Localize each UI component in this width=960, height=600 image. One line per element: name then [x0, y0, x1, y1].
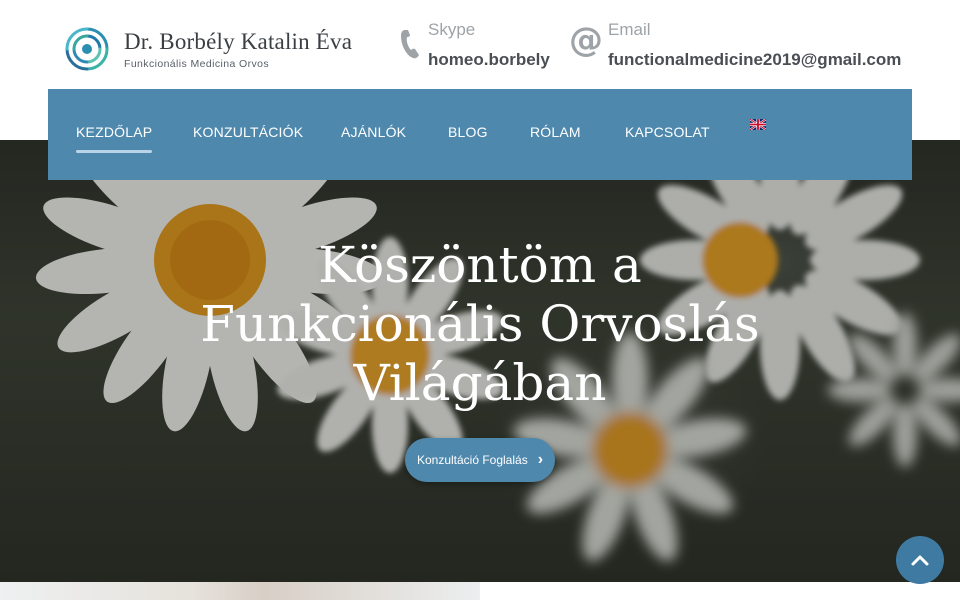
email-value[interactable]: functionalmedicine2019@gmail.com [608, 48, 901, 72]
nav-item-blog[interactable]: BLOG [448, 124, 488, 140]
hero-banner: Köszöntöm a Funkcionális Orvoslás Világá… [0, 140, 960, 582]
logo-subtitle: Funkcionális Medicina Orvos [124, 58, 270, 70]
uk-flag-icon[interactable] [750, 119, 766, 130]
scroll-to-top-button[interactable] [896, 536, 944, 584]
email-label: Email [608, 20, 651, 39]
nav-item-contact[interactable]: KAPCSOLAT [625, 124, 710, 140]
nav-item-about[interactable]: RÓLAM [530, 124, 581, 140]
chevron-right-icon: › [537, 451, 544, 468]
nav-item-home[interactable]: KEZDŐLAP [76, 124, 153, 153]
skype-contact: Skype homeo.borbely [396, 18, 550, 72]
hero-title-line: Világában [353, 354, 607, 412]
hero-title: Köszöntöm a Funkcionális Orvoslás Világá… [0, 236, 960, 413]
hero-title-line: Köszöntöm a [318, 236, 642, 294]
phone-icon [396, 22, 424, 66]
book-consultation-button[interactable]: Konzultáció Foglalás › [405, 438, 555, 482]
book-consultation-label: Konzultáció Foglalás [416, 453, 528, 467]
skype-label: Skype [428, 20, 476, 39]
logo-name: Dr. Borbély Katalin Éva [124, 29, 353, 54]
chevron-up-icon [911, 555, 929, 566]
hero-title-line: Funkcionális Orvoslás [200, 295, 760, 353]
email-contact: @ Email functionalmedicine2019@gmail.com [568, 18, 901, 72]
logo-mark-icon [65, 27, 109, 71]
site-logo[interactable]: Dr. Borbély Katalin Éva Funkcionális Med… [62, 24, 352, 74]
nav-item-recommendations[interactable]: AJÁNLÓK [341, 124, 406, 140]
next-section [0, 582, 960, 600]
skype-value[interactable]: homeo.borbely [428, 48, 550, 72]
nav-item-consultations[interactable]: KONZULTÁCIÓK [193, 124, 303, 140]
portrait-image [0, 582, 480, 600]
main-navigation: KEZDŐLAP KONZULTÁCIÓK AJÁNLÓK BLOG RÓLAM… [48, 89, 912, 180]
at-sign-icon: @ [569, 20, 603, 60]
